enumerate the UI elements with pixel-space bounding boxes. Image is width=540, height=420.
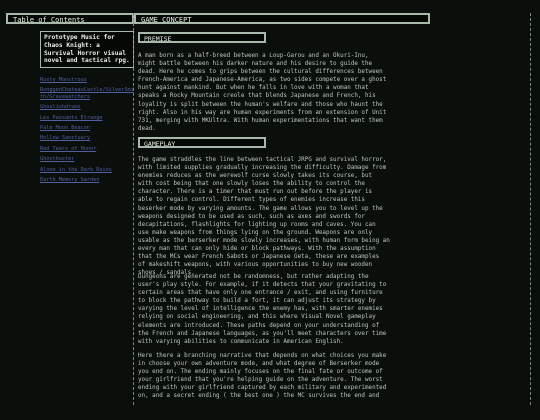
gameplay-paragraph-2: Dungeons are generated not be randomness… bbox=[138, 274, 387, 345]
sidebar-link[interactable]: Les_Passants_Etrange bbox=[40, 115, 134, 121]
gameplay-paragraph-3: Here there a branching narrative that de… bbox=[138, 353, 387, 400]
sidebar-link[interactable]: Red_Tears_of_Honor bbox=[40, 146, 134, 152]
premise-heading: PREMISE bbox=[138, 32, 266, 43]
gameplay-heading: GAMEPLAY bbox=[138, 137, 266, 148]
gameplay-paragraph-1: The game straddles the line between tact… bbox=[138, 157, 390, 277]
sidebar-link[interactable]: Alone_in_the_Dark_Ruins bbox=[40, 167, 134, 173]
sidebar: Prototype Music for Chaos Knight: a Surv… bbox=[6, 25, 134, 420]
sidebar-link[interactable]: Ghostbuster bbox=[40, 156, 134, 162]
toc-title: Table of Contents bbox=[6, 13, 134, 24]
page-title: GAME CONCEPT bbox=[134, 13, 430, 24]
sidebar-link[interactable]: RonggenChateauCastle/SilverSmith/Gravewa… bbox=[40, 87, 134, 100]
premise-text: A man born as a half-breed between a Lou… bbox=[138, 53, 387, 132]
sidebar-header: Prototype Music for Chaos Knight: a Surv… bbox=[40, 31, 134, 69]
sidebar-link[interactable]: Ghoulishdrums bbox=[40, 104, 134, 110]
sidebar-link[interactable]: Hollow_Sanctuary bbox=[40, 135, 134, 141]
sidebar-link[interactable]: Rusty Monstrous bbox=[40, 77, 134, 83]
sidebar-link[interactable]: Earth_Memory_Garden bbox=[40, 177, 134, 183]
sidebar-links: Rusty Monstrous RonggenChateauCastle/Sil… bbox=[40, 77, 134, 187]
sidebar-link[interactable]: Pale_Moon_Beacon bbox=[40, 125, 134, 131]
